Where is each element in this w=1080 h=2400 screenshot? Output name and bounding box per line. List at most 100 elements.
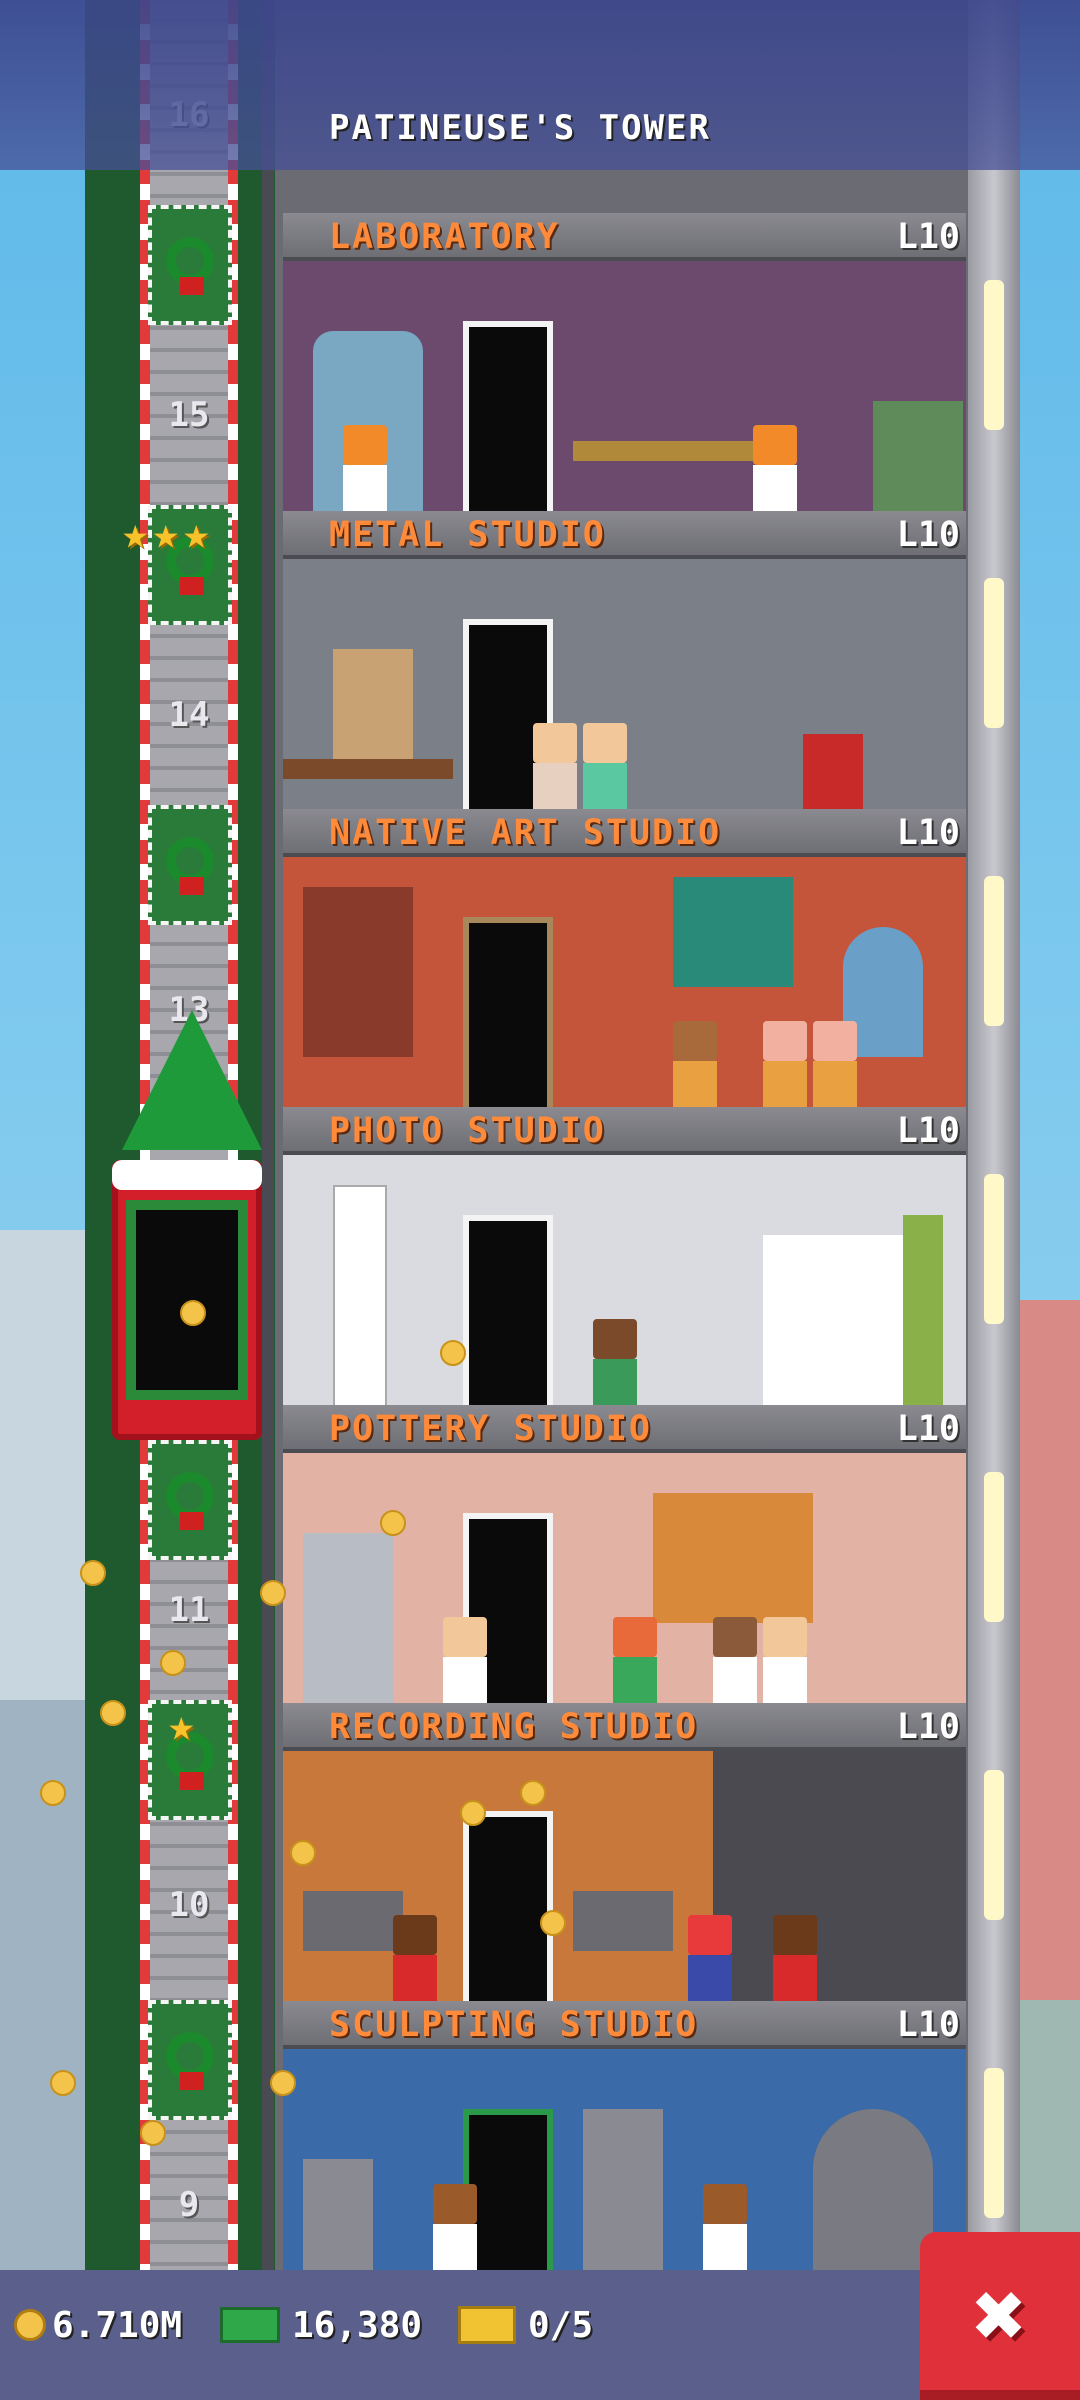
floor-label: METAL STUDIO L10 bbox=[283, 511, 966, 559]
coin-particle bbox=[520, 1780, 546, 1806]
coin-particle bbox=[140, 2120, 166, 2146]
worker[interactable] bbox=[673, 1021, 717, 1107]
room-interior[interactable] bbox=[283, 1751, 966, 2001]
elevator-car-roof bbox=[112, 1160, 262, 1190]
coin-particle bbox=[50, 2070, 76, 2096]
floor-name: RECORDING STUDIO bbox=[329, 1707, 699, 1747]
ticket-icon bbox=[458, 2306, 516, 2344]
coin-particle bbox=[160, 1650, 186, 1676]
worker[interactable] bbox=[688, 1915, 732, 2001]
coin-particle bbox=[260, 1580, 286, 1606]
worker[interactable] bbox=[763, 1617, 807, 1703]
sound-booth bbox=[713, 1751, 966, 2001]
coin-particle bbox=[440, 1340, 466, 1366]
star-icon: ★ bbox=[122, 508, 149, 559]
worker-photographer[interactable] bbox=[593, 1319, 637, 1405]
tower-light bbox=[984, 280, 1004, 430]
coins-counter[interactable]: 6.710M bbox=[14, 2295, 182, 2355]
bux-value: 16,380 bbox=[292, 2304, 423, 2346]
floor-level: L10 bbox=[896, 2005, 960, 2045]
floor-label: POTTERY STUDIO L10 bbox=[283, 1405, 966, 1453]
tower-light bbox=[984, 578, 1004, 728]
room-interior[interactable] bbox=[283, 857, 966, 1107]
star-icon: ★ bbox=[183, 508, 210, 559]
game-view[interactable]: 16 15 14 13 11 10 9 ★ ★ ★ ★ LABORATORY L… bbox=[0, 0, 1080, 2400]
floor-level: L10 bbox=[896, 813, 960, 853]
coin-particle bbox=[100, 1700, 126, 1726]
floor-label: LABORATORY L10 bbox=[283, 213, 966, 261]
elevator-stop-door[interactable] bbox=[148, 2000, 232, 2120]
room-interior[interactable] bbox=[283, 1155, 966, 1409]
coin-particle bbox=[290, 1840, 316, 1866]
tower-light bbox=[984, 876, 1004, 1026]
worker[interactable] bbox=[613, 1617, 657, 1703]
tower-title-text: PATINEUSE'S TOWER bbox=[329, 108, 711, 148]
close-button[interactable]: ✖ bbox=[920, 2232, 1080, 2400]
bow-icon bbox=[180, 877, 204, 895]
tool-cabinet bbox=[803, 734, 863, 809]
tickets-counter[interactable]: 0/5 bbox=[458, 2295, 593, 2355]
worker[interactable] bbox=[433, 2184, 477, 2270]
room-interior[interactable] bbox=[283, 559, 966, 809]
shaft-floor-number: 9 bbox=[178, 2185, 200, 2225]
close-icon: ✖ bbox=[972, 2263, 1028, 2368]
pottery-shelf bbox=[653, 1493, 813, 1623]
room-doorway bbox=[463, 1215, 553, 1405]
bow-icon bbox=[180, 1772, 204, 1790]
floor-laboratory[interactable]: LABORATORY L10 bbox=[283, 213, 966, 511]
star-rating: ★ ★ ★ bbox=[122, 512, 262, 556]
shaft-floor-number: 11 bbox=[168, 1590, 210, 1630]
floor-level: L10 bbox=[896, 217, 960, 257]
coin-particle bbox=[180, 1300, 206, 1326]
elevator-cable bbox=[262, 0, 274, 2270]
elevator-stop-door[interactable] bbox=[148, 1440, 232, 1560]
bux-counter[interactable]: 16,380 bbox=[220, 2295, 422, 2355]
coin-particle bbox=[270, 2070, 296, 2096]
pegboard bbox=[333, 649, 413, 759]
room-interior[interactable] bbox=[283, 1453, 966, 1703]
worker[interactable] bbox=[813, 1021, 857, 1107]
floor-pottery-studio[interactable]: POTTERY STUDIO L10 bbox=[283, 1405, 966, 1703]
plant bbox=[903, 1215, 943, 1405]
room-interior[interactable] bbox=[283, 2049, 966, 2299]
tower-light bbox=[984, 1174, 1004, 1324]
floor-photo-studio[interactable]: PHOTO STUDIO L10 bbox=[283, 1107, 966, 1409]
worker[interactable] bbox=[583, 723, 627, 809]
coin-particle bbox=[380, 1510, 406, 1536]
coin-particle bbox=[40, 1780, 66, 1806]
elevator-stop-door[interactable] bbox=[148, 205, 232, 325]
worker[interactable] bbox=[393, 1915, 437, 2001]
worker[interactable] bbox=[443, 1617, 487, 1703]
coin-particle bbox=[460, 1800, 486, 1826]
mixing-console bbox=[303, 1891, 403, 1951]
lab-bench bbox=[573, 441, 763, 461]
worker[interactable] bbox=[773, 1915, 817, 2001]
floor-sculpting-studio[interactable]: SCULPTING STUDIO L10 bbox=[283, 2001, 966, 2299]
shaft-floor-number: 10 bbox=[168, 1885, 210, 1925]
worker[interactable] bbox=[763, 1021, 807, 1107]
bux-icon bbox=[220, 2307, 280, 2343]
elevator-stop-door[interactable] bbox=[148, 805, 232, 925]
room-interior[interactable] bbox=[283, 261, 966, 511]
floor-metal-studio[interactable]: METAL STUDIO L10 bbox=[283, 511, 966, 809]
shelf bbox=[303, 887, 413, 1057]
floor-native-art-studio[interactable]: NATIVE ART STUDIO L10 bbox=[283, 809, 966, 1107]
worker[interactable] bbox=[713, 1617, 757, 1703]
shaft-floor-number: 15 bbox=[168, 395, 210, 435]
worker-scientist[interactable] bbox=[343, 425, 387, 511]
star-icon: ★ bbox=[152, 508, 180, 559]
worker[interactable] bbox=[533, 723, 577, 809]
sculpture bbox=[813, 2109, 933, 2270]
room-doorway bbox=[463, 1811, 553, 2001]
worker[interactable] bbox=[703, 2184, 747, 2270]
pillar bbox=[333, 1185, 387, 1409]
bow-icon bbox=[180, 277, 204, 295]
floor-recording-studio[interactable]: RECORDING STUDIO L10 bbox=[283, 1703, 966, 2001]
shaft-floor-number: 14 bbox=[168, 695, 210, 735]
floor-name: METAL STUDIO bbox=[329, 515, 606, 555]
bow-icon bbox=[180, 1512, 204, 1530]
coin-icon bbox=[14, 2309, 46, 2341]
floor-name: POTTERY STUDIO bbox=[329, 1409, 653, 1449]
worker-scientist[interactable] bbox=[753, 425, 797, 511]
floor-level: L10 bbox=[896, 1409, 960, 1449]
